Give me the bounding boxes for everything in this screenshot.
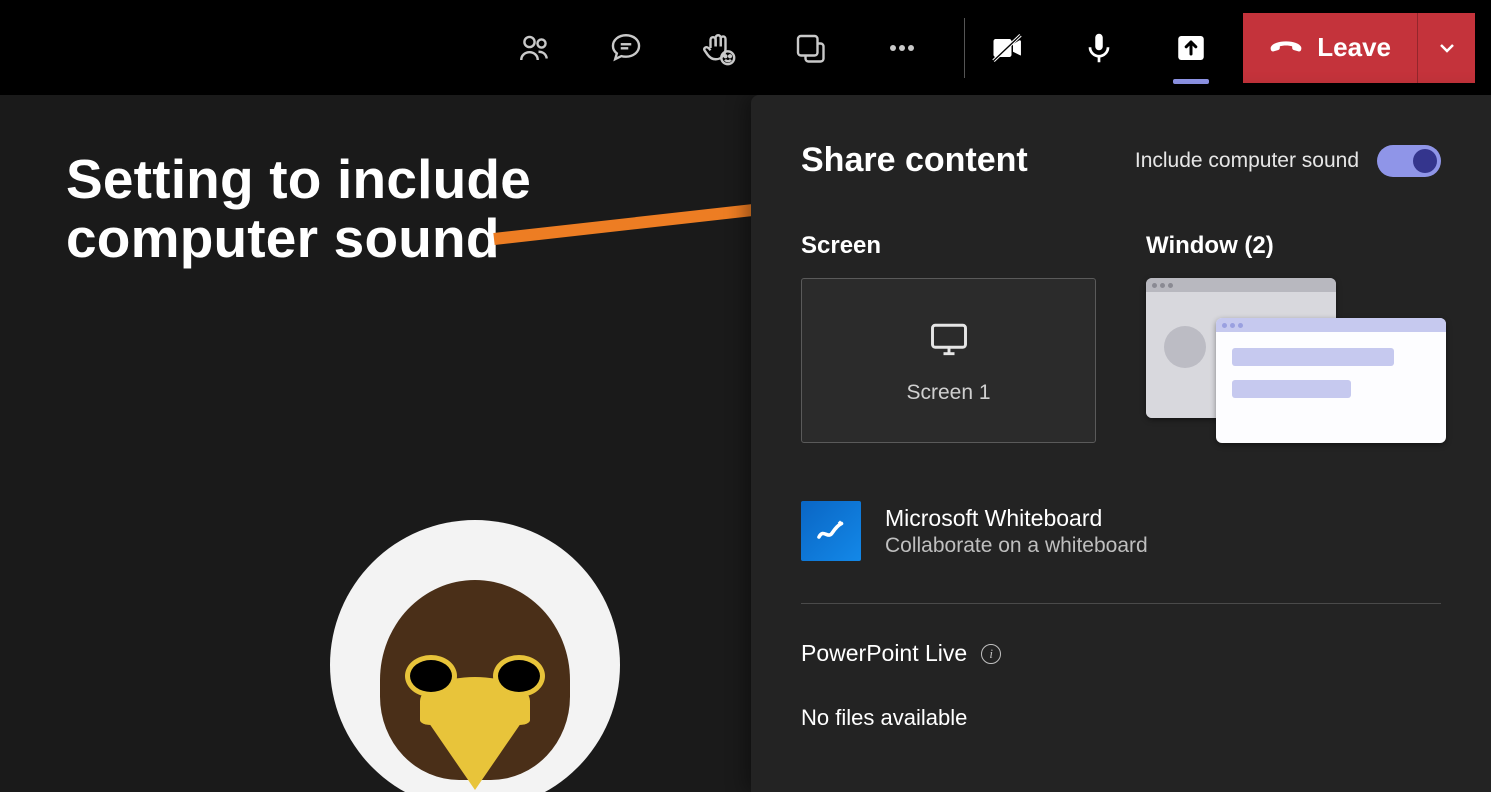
include-sound-toggle[interactable] bbox=[1377, 145, 1441, 177]
meeting-stage: Setting to include computer sound Share … bbox=[0, 95, 1491, 792]
toggle-knob bbox=[1413, 149, 1437, 173]
mic-icon bbox=[1081, 30, 1117, 66]
screen-heading: Screen bbox=[801, 232, 1096, 260]
whiteboard-icon bbox=[801, 501, 861, 561]
toolbar-primary-group bbox=[964, 18, 1213, 78]
screen-section: Screen Screen 1 bbox=[801, 232, 1096, 443]
camera-off-icon bbox=[989, 30, 1025, 66]
annotation-line: computer sound bbox=[66, 209, 531, 268]
toolbar-secondary-group bbox=[512, 26, 924, 70]
reactions-button[interactable] bbox=[696, 26, 740, 70]
powerpoint-live-heading-text: PowerPoint Live bbox=[801, 640, 967, 667]
chevron-down-icon bbox=[1435, 36, 1459, 60]
reactions-icon bbox=[700, 30, 736, 66]
share-icon bbox=[1173, 30, 1209, 66]
no-files-message: No files available bbox=[801, 705, 1441, 731]
section-divider bbox=[801, 603, 1441, 604]
more-button[interactable] bbox=[880, 26, 924, 70]
chat-icon bbox=[608, 30, 644, 66]
leave-options-button[interactable] bbox=[1417, 13, 1475, 83]
annotation-callout: Setting to include computer sound bbox=[66, 150, 531, 269]
share-sources-row: Screen Screen 1 Window (2) bbox=[801, 232, 1441, 443]
window-thumb-front bbox=[1216, 318, 1446, 443]
include-sound-row: Include computer sound bbox=[1135, 145, 1441, 177]
more-icon bbox=[884, 30, 920, 66]
avatar-image bbox=[375, 570, 575, 792]
window-section: Window (2) bbox=[1146, 232, 1441, 443]
hangup-icon bbox=[1269, 31, 1303, 65]
whiteboard-text: Microsoft Whiteboard Collaborate on a wh… bbox=[885, 505, 1148, 558]
people-icon bbox=[516, 30, 552, 66]
participant-avatar bbox=[330, 520, 620, 792]
share-panel-title: Share content bbox=[801, 141, 1028, 180]
people-button[interactable] bbox=[512, 26, 556, 70]
powerpoint-live-heading: PowerPoint Live i bbox=[801, 640, 1441, 667]
screen-1-card[interactable]: Screen 1 bbox=[801, 278, 1096, 443]
rooms-button[interactable] bbox=[788, 26, 832, 70]
share-panel-header: Share content Include computer sound bbox=[801, 141, 1441, 180]
powerpoint-live-section: PowerPoint Live i No files available bbox=[801, 640, 1441, 731]
include-sound-label: Include computer sound bbox=[1135, 149, 1359, 173]
window-heading: Window (2) bbox=[1146, 232, 1441, 260]
whiteboard-title: Microsoft Whiteboard bbox=[885, 505, 1148, 532]
leave-label: Leave bbox=[1317, 32, 1391, 63]
leave-group: Leave bbox=[1243, 13, 1475, 83]
camera-toggle-button[interactable] bbox=[985, 26, 1029, 70]
leave-button[interactable]: Leave bbox=[1243, 13, 1417, 83]
monitor-icon bbox=[927, 317, 971, 361]
meeting-toolbar: Leave bbox=[0, 0, 1491, 95]
share-button[interactable] bbox=[1169, 26, 1213, 70]
share-content-panel: Share content Include computer sound Scr… bbox=[751, 95, 1491, 792]
info-icon[interactable]: i bbox=[981, 644, 1001, 664]
annotation-line: Setting to include bbox=[66, 150, 531, 209]
whiteboard-subtitle: Collaborate on a whiteboard bbox=[885, 534, 1148, 558]
window-selector-card[interactable] bbox=[1146, 278, 1441, 443]
whiteboard-item[interactable]: Microsoft Whiteboard Collaborate on a wh… bbox=[801, 491, 1441, 603]
chat-button[interactable] bbox=[604, 26, 648, 70]
screen-1-label: Screen 1 bbox=[906, 381, 990, 405]
rooms-icon bbox=[792, 30, 828, 66]
mic-toggle-button[interactable] bbox=[1077, 26, 1121, 70]
